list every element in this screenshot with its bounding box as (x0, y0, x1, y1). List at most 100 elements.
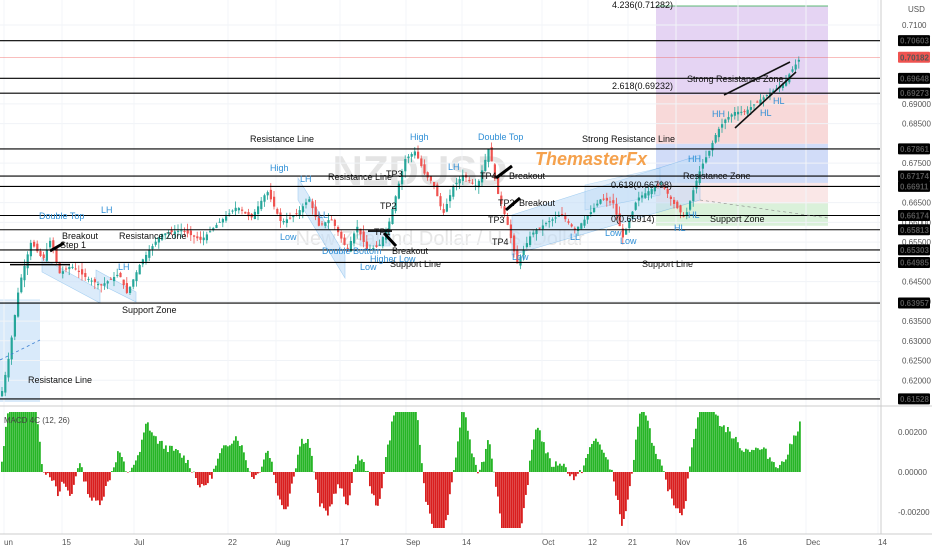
macd-bar (341, 472, 343, 489)
macd-bar (411, 412, 413, 472)
price-axis[interactable]: 0.71000.690000.685000.675000.665000.6600… (880, 0, 931, 534)
candle-body (455, 182, 458, 185)
macd-bar (613, 472, 615, 482)
macd-bar (425, 472, 427, 502)
macd-bar (431, 472, 433, 524)
candle-body (554, 217, 557, 219)
candle-body (362, 231, 365, 242)
label-resistance-zone: Resistance Zone (119, 231, 187, 241)
macd-bar (381, 472, 383, 489)
macd-bar (435, 472, 437, 528)
macd-bar (419, 444, 421, 472)
price-chart[interactable]: NZDUSD New Zealand Dollar / U.S. Dollar … (0, 0, 932, 550)
candle-body (93, 279, 96, 283)
candle-body (292, 215, 295, 218)
macd-bar (533, 439, 535, 472)
macd-bar (275, 472, 277, 484)
candle-body (669, 196, 672, 200)
macd-bar (471, 453, 473, 472)
candle-body (321, 223, 324, 225)
macd-bar (591, 443, 593, 472)
macd-bar (765, 448, 767, 472)
label-breakout: Breakout (509, 171, 546, 181)
macd-bar (417, 420, 419, 472)
macd-bar (241, 445, 243, 472)
brand-label: ThemasterFx (535, 149, 648, 169)
macd-bar (237, 440, 239, 472)
time-axis[interactable]: un 15 Jul 22 Aug 17 Sep 14 Oct 12 21 Nov 16 Dec 14 (0, 533, 932, 547)
macd-bar (269, 458, 271, 472)
macd-bar (227, 446, 229, 472)
macd-bar (701, 412, 703, 472)
macd-bar (103, 472, 105, 497)
macd-bar (481, 462, 483, 472)
macd-bar (281, 472, 283, 506)
macd-bar (507, 472, 509, 528)
macd-bar (155, 436, 157, 472)
macd-bar (375, 472, 377, 506)
macd-bar (321, 472, 323, 504)
macd-bar (233, 440, 235, 472)
macd-bar (361, 459, 363, 472)
macd-bar (461, 412, 463, 472)
macd-bar (443, 472, 445, 528)
macd-bar (131, 467, 133, 472)
candle-body (7, 358, 10, 378)
candle-body (695, 180, 698, 189)
macd-bar (543, 442, 545, 472)
candle-body (445, 203, 448, 212)
price-tick: 0.62500 (902, 357, 931, 366)
price-tick: 0.67500 (902, 159, 931, 168)
candle-body (87, 278, 90, 280)
macd-bar (59, 472, 61, 492)
candle-body (100, 284, 103, 286)
macd-bar (691, 447, 693, 472)
macd-bar (789, 443, 791, 472)
price-tick: 0.69000 (902, 100, 931, 109)
candle-body (113, 276, 116, 282)
candle-body (756, 101, 759, 103)
macd-bar (527, 472, 529, 486)
macd-bar (745, 448, 747, 472)
macd-bar (453, 470, 455, 472)
candle-body (10, 337, 13, 360)
candle-body (791, 69, 794, 72)
macd-bar (331, 472, 333, 505)
candle-body (343, 237, 346, 245)
candle-body (145, 254, 148, 262)
macd-bar (297, 454, 299, 472)
candle-body (705, 157, 708, 163)
macd-bar (49, 472, 51, 478)
macd-bar (501, 472, 503, 528)
macd-bar (659, 459, 661, 472)
candle-body (439, 196, 442, 207)
macd-bar (363, 461, 365, 472)
macd-bar (365, 470, 367, 472)
macd-bar (389, 440, 391, 472)
candle-body (42, 254, 45, 259)
macd-bar (751, 449, 753, 472)
macd-bar (65, 472, 67, 487)
macd-bar (223, 445, 225, 472)
macd-bar (379, 472, 381, 499)
macd-bar (97, 472, 99, 501)
macd-bar (727, 426, 729, 472)
macd-bar (81, 467, 83, 472)
macd-bar (199, 472, 201, 488)
candle-body (605, 197, 608, 201)
candle-body (449, 195, 452, 202)
macd-bar (603, 452, 605, 472)
candle-body (637, 197, 640, 201)
level-tag-text: 0.65813 (900, 226, 929, 235)
macd-bar (37, 424, 39, 472)
candle-body (33, 241, 36, 247)
candle-body (218, 221, 221, 223)
macd-bar (1, 461, 3, 472)
candle-body (279, 212, 282, 222)
macd-bar (329, 472, 331, 507)
macd-bar (409, 412, 411, 472)
macd-bar (387, 444, 389, 472)
candle-body (433, 182, 436, 187)
candle-body (413, 151, 416, 156)
time-tick: 15 (62, 538, 71, 547)
